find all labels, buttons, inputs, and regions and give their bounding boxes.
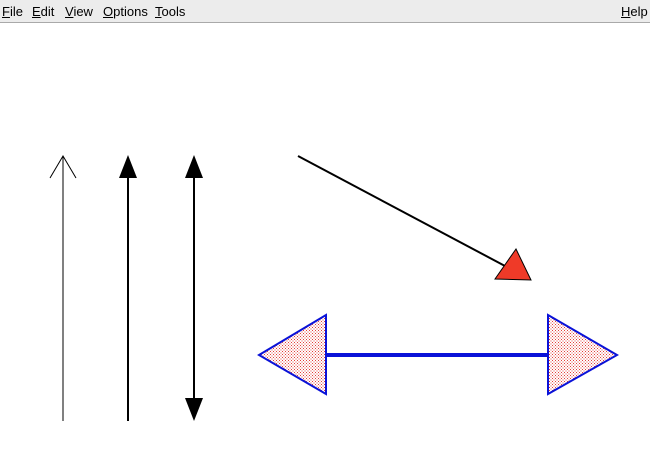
canvas-drawing <box>49 155 620 421</box>
drawing-canvas[interactable] <box>0 23 650 467</box>
menu-file[interactable]: File <box>2 4 23 19</box>
menu-tools[interactable]: Tools <box>155 4 185 19</box>
double-ended-arrow[interactable] <box>185 155 203 421</box>
filled-arrow[interactable] <box>119 155 137 421</box>
menu-bar: File Edit View Options Tools Help <box>0 0 650 23</box>
thin-open-arrow[interactable] <box>49 155 77 421</box>
menu-help[interactable]: Help <box>621 4 648 19</box>
menu-edit[interactable]: Edit <box>32 4 54 19</box>
app-window: File Edit View Options Tools Help <box>0 0 650 467</box>
menu-options[interactable]: Options <box>103 4 148 19</box>
menu-view[interactable]: View <box>65 4 93 19</box>
diagonal-arrow[interactable] <box>297 155 532 281</box>
blue-double-arrow[interactable] <box>257 313 620 396</box>
